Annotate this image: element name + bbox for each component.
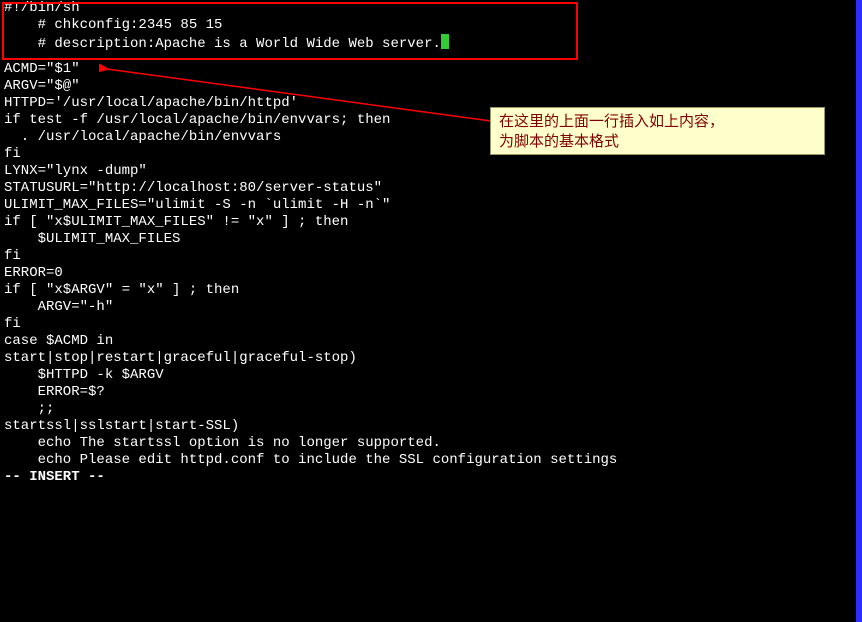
code-line: $HTTPD -k $ARGV [0, 367, 862, 384]
code-line: fi [0, 316, 862, 333]
code-line: echo The startssl option is no longer su… [0, 435, 862, 452]
code-line: #!/bin/sh [0, 0, 862, 17]
code-line: if [ "x$ULIMIT_MAX_FILES" != "x" ] ; the… [0, 214, 862, 231]
callout-line1: 在这里的上面一行插入如上内容， [499, 112, 816, 132]
code-line: $ULIMIT_MAX_FILES [0, 231, 862, 248]
code-line: # description:Apache is a World Wide Web… [0, 34, 862, 53]
code-line: ARGV="$@" [0, 78, 862, 95]
code-text: # description:Apache is a World Wide Web… [4, 36, 441, 52]
code-line: if [ "x$ARGV" = "x" ] ; then [0, 282, 862, 299]
code-line: ARGV="-h" [0, 299, 862, 316]
code-line: LYNX="lynx -dump" [0, 163, 862, 180]
code-line: # chkconfig:2345 85 15 [0, 17, 862, 34]
code-line: ;; [0, 401, 862, 418]
code-line: ERROR=$? [0, 384, 862, 401]
code-line: start|stop|restart|graceful|graceful-sto… [0, 350, 862, 367]
code-line: ERROR=0 [0, 265, 862, 282]
code-line: startssl|sslstart|start-SSL) [0, 418, 862, 435]
code-line: STATUSURL="http://localhost:80/server-st… [0, 180, 862, 197]
code-line: ULIMIT_MAX_FILES="ulimit -S -n `ulimit -… [0, 197, 862, 214]
cursor [441, 34, 449, 49]
right-side-strip [856, 0, 862, 622]
code-line: fi [0, 248, 862, 265]
terminal-window[interactable]: #!/bin/sh # chkconfig:2345 85 15 # descr… [0, 0, 862, 622]
vim-status-line: -- INSERT -- [0, 469, 862, 486]
annotation-callout: 在这里的上面一行插入如上内容， 为脚本的基本格式 [490, 107, 825, 155]
code-line: echo Please edit httpd.conf to include t… [0, 452, 862, 469]
code-line: case $ACMD in [0, 333, 862, 350]
callout-line2: 为脚本的基本格式 [499, 132, 816, 152]
code-line: ACMD="$1" [0, 61, 862, 78]
